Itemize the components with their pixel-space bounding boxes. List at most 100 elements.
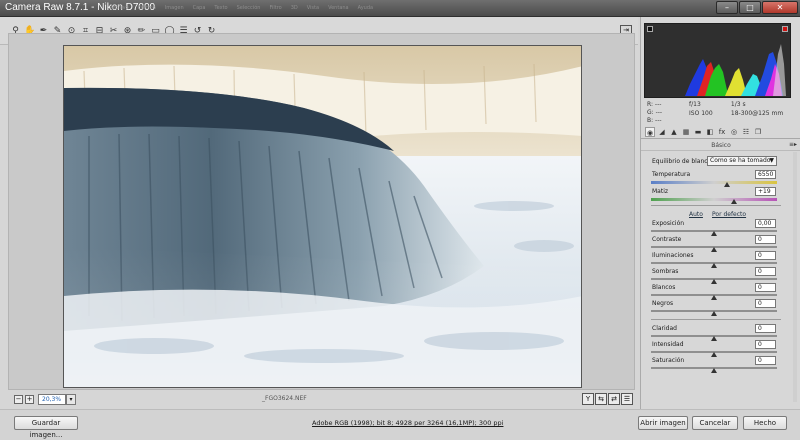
section-title: Básico — [641, 140, 800, 151]
slider-label: Matiz — [652, 188, 669, 195]
copy-settings-icon[interactable]: ⇄ — [608, 393, 620, 405]
slider-value-field[interactable]: +19 — [755, 187, 776, 196]
camera-calibration-tab-icon[interactable]: ◎ — [729, 127, 739, 137]
highlight-clipping-warning-icon[interactable] — [782, 26, 788, 32]
slider-label: Blancos — [652, 284, 676, 291]
histogram — [644, 23, 791, 98]
hsl-tab-icon[interactable]: ▦ — [681, 127, 691, 137]
white-balance-value: Como se ha tomado — [710, 157, 771, 164]
shutter-value: 1/3 s — [730, 101, 746, 108]
white-balance-select[interactable]: Como se ha tomado ▼ — [707, 156, 777, 166]
background-menu-item: Texto — [214, 5, 228, 11]
slider-claridad: Claridad 0 — [651, 324, 779, 341]
aperture-value: f/13 — [689, 101, 701, 108]
snapshots-tab-icon[interactable]: ❐ — [753, 127, 763, 137]
zoom-out-button[interactable]: − — [14, 395, 23, 404]
shadow-clipping-warning-icon[interactable] — [647, 26, 653, 32]
preview-status-bar: − + 20,3% ▾ _FGO3624.NEF Y ⇆ ⇄ ☰ — [8, 393, 635, 406]
close-button[interactable]: ✕ — [762, 1, 798, 14]
slider-value-field[interactable]: 0 — [755, 356, 776, 365]
slider-value-field[interactable]: 0 — [755, 235, 776, 244]
slider-label: Intensidad — [652, 341, 684, 348]
background-menu-item: Capa — [192, 5, 206, 11]
slider-intensidad: Intensidad 0 — [651, 340, 779, 357]
workflow-options-link[interactable]: Adobe RGB (1998); bit 8; 4928 per 3264 (… — [312, 419, 503, 427]
slider-contraste: Contraste 0 — [651, 235, 779, 252]
default-button[interactable]: Por defecto — [712, 211, 746, 218]
detail-tab-icon[interactable]: ▲ — [669, 127, 679, 137]
slider-label: Claridad — [652, 325, 677, 332]
window-controls: – □ ✕ — [716, 1, 798, 14]
adjustments-panel: R: --- G: --- B: --- f/13 1/3 s ISO 100 … — [640, 17, 800, 409]
tone-curve-tab-icon[interactable]: ◢ — [657, 127, 667, 137]
cancel-button[interactable]: Cancelar — [692, 416, 738, 430]
open-image-button[interactable]: Abrir imagen — [638, 416, 688, 430]
zoom-in-button[interactable]: + — [25, 395, 34, 404]
swap-icon[interactable]: ⇆ — [595, 393, 607, 405]
lens-value: 18-300@125 mm — [730, 109, 784, 117]
auto-button[interactable]: Auto — [689, 211, 703, 218]
slider-label: Contraste — [652, 236, 682, 243]
minimize-button[interactable]: – — [716, 1, 738, 14]
slider-label: Saturación — [652, 357, 685, 364]
slider-thumb[interactable] — [711, 311, 717, 316]
effects-tab-icon[interactable]: fx — [717, 127, 727, 137]
slider-matiz: Matiz +19 — [651, 187, 779, 204]
divider — [651, 205, 781, 206]
slider-label: Negros — [652, 300, 674, 307]
slider-label: Temperatura — [652, 171, 691, 178]
zoom-level-field[interactable]: 20,3% — [38, 394, 66, 405]
waterfall-photo — [64, 46, 581, 387]
slider-value-field[interactable]: 0 — [755, 324, 776, 333]
slider-label: Sombras — [652, 268, 679, 275]
slider-negros: Negros 0 — [651, 299, 779, 316]
slider-temperatura: Temperatura 6550 — [651, 170, 779, 187]
file-name: _FGO3624.NEF — [262, 395, 307, 402]
basic-tab-icon[interactable]: ◉ — [645, 127, 655, 137]
window-title-bar: Camera Raw 8.7.1 - Nikon D7000 Archivo Ed… — [0, 0, 800, 17]
iso-value: ISO 100 — [689, 109, 713, 117]
pixel-readout: R: --- G: --- B: --- f/13 1/3 s ISO 100 … — [647, 101, 787, 125]
slider-thumb[interactable] — [711, 368, 717, 373]
slider-track[interactable] — [651, 198, 777, 201]
preview-image[interactable] — [63, 45, 582, 388]
slider-track[interactable] — [651, 181, 777, 184]
bottom-bar: Guardar imagen... Adobe RGB (1998); bit … — [0, 409, 800, 440]
slider-iluminaciones: Iluminaciones 0 — [651, 251, 779, 268]
panel-tabs: ◉ ◢ ▲ ▦ ▬ ◧ fx ◎ ☷ ❐ — [641, 127, 800, 139]
slider-value-field[interactable]: 0 — [755, 267, 776, 276]
background-menu-item: Ventana — [328, 5, 349, 11]
slider-sombras: Sombras 0 — [651, 267, 779, 284]
background-menu-item: Ayuda — [357, 5, 374, 11]
toggle-view-icon[interactable]: ☰ — [621, 393, 633, 405]
background-menu-item: Filtro — [269, 5, 282, 11]
background-menu-bar: Archivo Edición Imagen Capa Texto Selección Fi… — [110, 5, 373, 11]
slider-value-field[interactable]: 0 — [755, 283, 776, 292]
red-readout: R: --- — [647, 101, 662, 108]
background-menu-item: Vista — [306, 5, 320, 11]
slider-exposición: Exposición 0,00 — [651, 219, 779, 236]
slider-value-field[interactable]: 0 — [755, 251, 776, 260]
slider-value-field[interactable]: 6550 — [755, 170, 776, 179]
done-button[interactable]: Hecho — [743, 416, 787, 430]
slider-label: Exposición — [652, 220, 685, 227]
slider-blancos: Blancos 0 — [651, 283, 779, 300]
panel-scrollbar[interactable] — [793, 152, 797, 402]
slider-thumb[interactable] — [723, 182, 730, 187]
slider-value-field[interactable]: 0,00 — [755, 219, 776, 228]
slider-value-field[interactable]: 0 — [755, 340, 776, 349]
background-menu-item: Selección — [236, 5, 261, 11]
before-after-icon[interactable]: Y — [582, 393, 594, 405]
presets-tab-icon[interactable]: ☷ — [741, 127, 751, 137]
lens-corrections-tab-icon[interactable]: ◧ — [705, 127, 715, 137]
save-image-button[interactable]: Guardar imagen... — [14, 416, 78, 439]
green-readout: G: --- — [647, 109, 663, 116]
background-menu-item: Archivo — [110, 5, 129, 11]
panel-menu-icon[interactable]: ≡▸ — [789, 141, 797, 148]
split-toning-tab-icon[interactable]: ▬ — [693, 127, 703, 137]
slider-thumb[interactable] — [731, 199, 738, 204]
background-menu-item: Edición — [137, 5, 156, 11]
zoom-dropdown-icon[interactable]: ▾ — [66, 394, 76, 405]
maximize-button[interactable]: □ — [739, 1, 761, 14]
slider-value-field[interactable]: 0 — [755, 299, 776, 308]
